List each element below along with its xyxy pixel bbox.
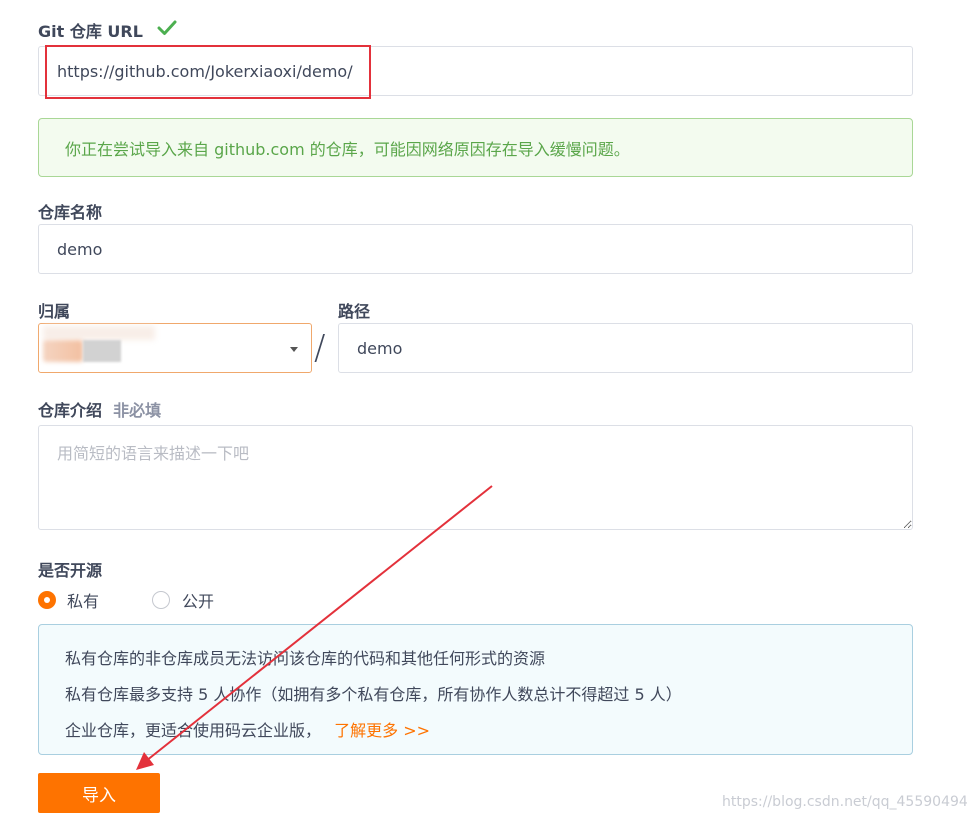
watermark: https://blog.csdn.net/qq_45590494 [722,794,968,810]
annotation-arrow [136,485,493,770]
